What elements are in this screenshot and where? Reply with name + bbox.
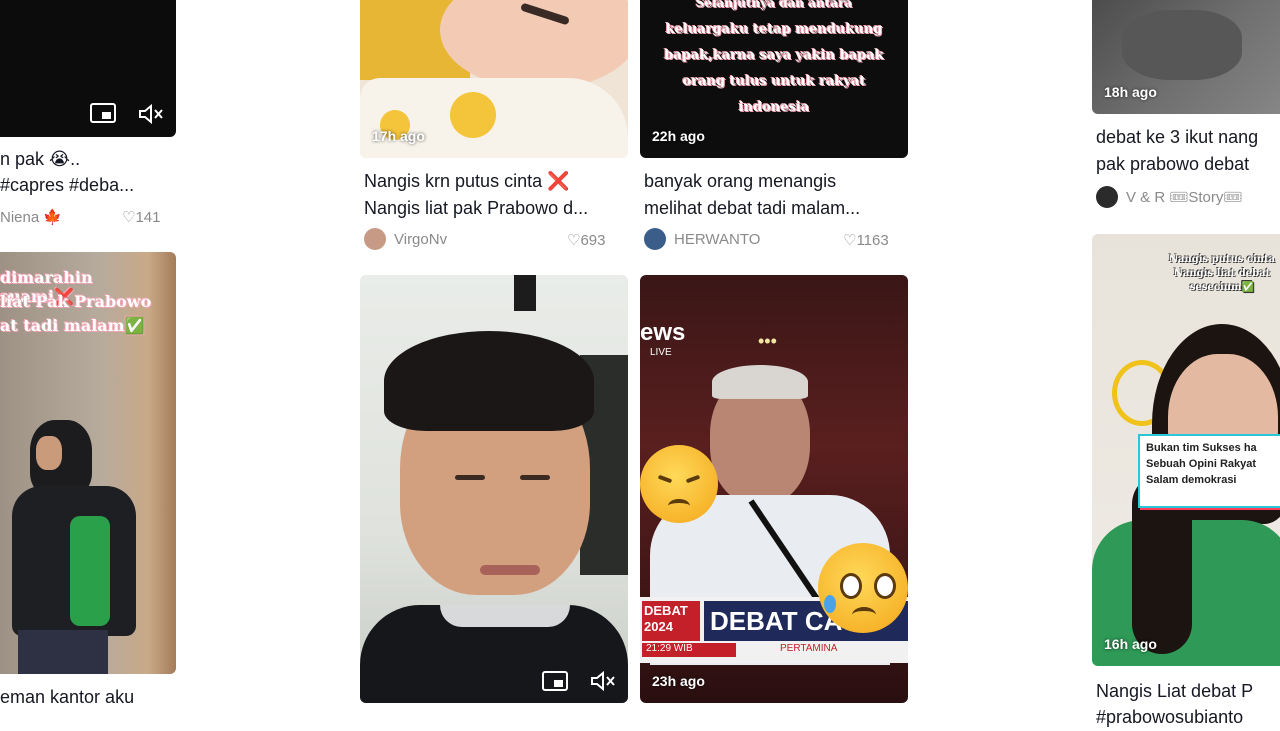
box-line3: Salam demokrasi <box>1146 474 1237 486</box>
overlay-text-line2: keluargaku tetap mendukung <box>665 22 883 37</box>
picture-in-picture-icon[interactable] <box>90 103 116 128</box>
video-card-col2-1[interactable]: 17h ago Nangis krn putus cinta ❌ Nangis … <box>360 0 628 260</box>
video-thumbnail[interactable]: Nangis putus cinta Nangis liat debat ses… <box>1092 234 1280 666</box>
author[interactable]: V & R 🎟Story🎟 <box>1096 186 1242 208</box>
video-thumbnail[interactable]: 18h ago <box>1092 0 1280 114</box>
overlay-text-line1: Selanjutnya dan antara <box>695 0 853 10</box>
video-caption-line1[interactable]: Nangis Liat debat P <box>1096 678 1280 705</box>
crying-face-emoji <box>818 543 908 633</box>
author-name[interactable]: HERWANTO <box>674 231 760 248</box>
video-thumbnail[interactable]: Selanjutnya dan antara keluargaku tetap … <box>640 0 908 158</box>
author-name[interactable]: V & R 🎟Story🎟 <box>1126 188 1242 206</box>
author[interactable]: VirgoNv <box>364 228 447 250</box>
video-thumbnail[interactable]: dimarahin suami❌ liat Pak Prabowo at tad… <box>0 252 176 674</box>
overlay-text-line5: indonesia <box>738 100 810 115</box>
video-caption-line2[interactable]: pak prabowo debat <box>1096 151 1280 178</box>
video-card-col2-2[interactable] <box>360 275 628 703</box>
posted-time: 16h ago <box>1104 636 1157 652</box>
overlay-top-line3: sesecium✅ <box>1189 282 1255 293</box>
box-line1: Bukan tim Sukses ha <box>1146 442 1257 454</box>
dots-indicator: ••• <box>758 331 777 351</box>
man-face-image <box>360 275 628 703</box>
like-count: ♡141 <box>122 209 161 226</box>
picture-in-picture-icon[interactable] <box>542 671 568 696</box>
video-thumbnail[interactable]: 17h ago <box>360 0 628 158</box>
woman-in-hijab-figure <box>12 420 142 674</box>
video-card-col4-2[interactable]: Nangis putus cinta Nangis liat debat ses… <box>1092 234 1280 727</box>
mute-icon[interactable] <box>590 670 616 696</box>
mute-icon[interactable] <box>138 103 164 129</box>
overlay-text-line3: at tadi malam✅ <box>0 316 145 335</box>
avatar[interactable] <box>644 228 666 250</box>
overlay-text-line3: bapak,karna saya yakin bapak <box>664 48 884 63</box>
video-card-col1-1[interactable]: n pak 😭.. #capres #deba... Niena 🍁 ♡141 <box>0 0 180 240</box>
video-caption-line1[interactable]: banyak orang menangis <box>644 168 908 195</box>
like-count: ♡1163 <box>843 232 889 249</box>
like-count: ♡693 <box>567 232 606 249</box>
posted-time: 18h ago <box>1104 84 1157 100</box>
video-caption-line1[interactable]: debat ke 3 ikut nang <box>1096 124 1280 151</box>
video-card-col4-1[interactable]: 18h ago debat ke 3 ikut nang pak prabowo… <box>1092 0 1280 220</box>
opinion-text-box: Bukan tim Sukses ha Sebuah Opini Rakyat … <box>1138 434 1280 508</box>
author[interactable]: HERWANTO <box>644 228 760 250</box>
banner-year: DEBAT 2024 <box>642 601 700 641</box>
sad-face-emoji <box>640 445 718 523</box>
video-caption-line1[interactable]: Nangis krn putus cinta ❌ <box>364 168 628 195</box>
avatar[interactable] <box>1096 186 1118 208</box>
overlay-text-line2: liat Pak Prabowo <box>0 292 152 311</box>
overlay-text-line4: orang tulus untuk rakyat <box>682 74 866 89</box>
video-card-col1-2[interactable]: dimarahin suami❌ liat Pak Prabowo at tad… <box>0 252 180 720</box>
overlay-top-line2: Nangis liat debat <box>1173 268 1271 279</box>
video-caption-line1[interactable]: eman kantor aku <box>0 684 176 711</box>
overlay-top-line1: Nangis putus cinta <box>1168 254 1276 265</box>
box-line2: Sebuah Opini Rakyat <box>1146 458 1257 470</box>
video-caption-line2[interactable]: Nangis liat pak Prabowo d... <box>364 195 628 222</box>
posted-time: 23h ago <box>652 673 705 689</box>
video-thumbnail[interactable] <box>360 275 628 703</box>
video-thumbnail[interactable] <box>0 0 176 137</box>
avatar[interactable] <box>364 228 386 250</box>
posted-time: 22h ago <box>652 128 705 144</box>
video-card-col3-2[interactable]: ews LIVE DEBAT 2024 DEBAT CA 21:29 WIB P… <box>640 275 908 703</box>
author-name[interactable]: Niena 🍁 <box>0 208 62 226</box>
posted-time: 17h ago <box>372 128 425 144</box>
video-caption-line2[interactable]: melihat debat tadi malam... <box>644 195 908 222</box>
video-caption-line1[interactable]: n pak 😭.. <box>0 146 176 173</box>
banner-clock: 21:29 WIB <box>642 643 736 657</box>
video-caption-line2[interactable]: #prabowosubianto <box>1096 704 1280 731</box>
video-caption-line2[interactable]: #capres #deba... <box>0 172 176 199</box>
author-name[interactable]: VirgoNv <box>394 231 447 248</box>
video-thumbnail[interactable]: ews LIVE DEBAT 2024 DEBAT CA 21:29 WIB P… <box>640 275 908 703</box>
video-card-col3-1[interactable]: Selanjutnya dan antara keluargaku tetap … <box>640 0 908 260</box>
banner-sponsor: PERTAMINA <box>780 643 838 654</box>
